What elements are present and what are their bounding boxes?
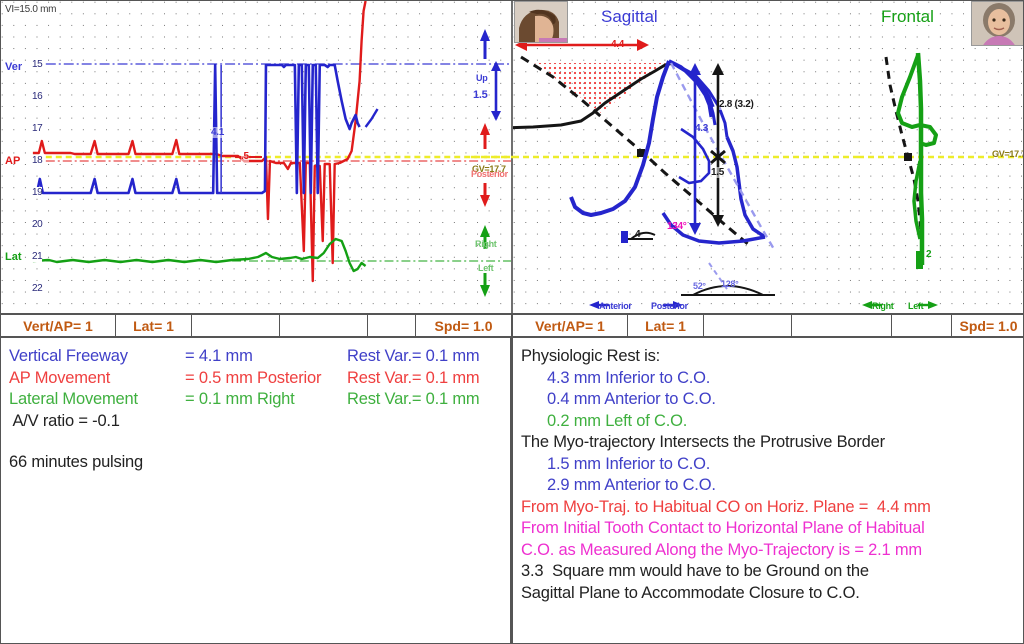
sagittal-grid bbox=[513, 1, 858, 313]
value-lateral-movement: = 0.1 mm Right bbox=[185, 390, 295, 408]
summary-left-spacer bbox=[9, 432, 504, 452]
status-empty-1-right[interactable] bbox=[704, 315, 792, 336]
grinding-line-1: 3.3 Square mm would have to be Ground on… bbox=[521, 562, 869, 580]
summary-row-ap-movement: AP Movement = 0.5 mm Posterior Rest Var.… bbox=[9, 368, 504, 390]
grinding-line-2: Sagittal Plane to Accommodate Closure to… bbox=[521, 583, 860, 602]
summary-panel-right: Physiologic Rest is: 4.3 mm Inferior to … bbox=[513, 338, 1023, 643]
label-ap-movement: AP Movement bbox=[9, 368, 111, 387]
sagittal-angle-128: 128° bbox=[721, 279, 739, 289]
pulsing-duration-line: 66 minutes pulsing bbox=[9, 453, 143, 471]
axis-label-ap: AP bbox=[5, 155, 21, 167]
direction-label-right: Right bbox=[475, 239, 497, 249]
tick-18: 18 bbox=[32, 155, 43, 166]
gnathology-analysis-window: VI=15.0 mm Ver AP Lat 15 16 17 18 19 20 … bbox=[0, 0, 1024, 644]
tick-15: 15 bbox=[32, 59, 43, 70]
sagittal-direction-anterior: Anterior bbox=[599, 301, 632, 311]
variance-lateral-movement: Rest Var.= 0.1 mm bbox=[347, 390, 480, 408]
status-vert-ap-left[interactable]: Vert/AP= 1 bbox=[1, 315, 116, 336]
summary-row-lateral-movement: Lateral Movement = 0.1 mm Right Rest Var… bbox=[9, 389, 504, 411]
sagittal-measure-small: 4 bbox=[635, 229, 641, 240]
profile-photo-sagittal bbox=[514, 1, 568, 43]
myo-intersect-heading: The Myo-trajectory Intersects the Protru… bbox=[521, 433, 885, 451]
rest-left-line: 0.2 mm Left of C.O. bbox=[547, 411, 688, 430]
status-spd-right[interactable]: Spd= 1.0 bbox=[952, 315, 1023, 336]
summary-area: Vertical Freeway = 4.1 mm Rest Var.= 0.1… bbox=[1, 338, 1023, 643]
status-lat-right[interactable]: Lat= 1 bbox=[628, 315, 704, 336]
frontal-direction-right: Right bbox=[872, 301, 894, 311]
value-ap-movement: = 0.5 mm Posterior bbox=[185, 368, 322, 387]
label-vertical-freeway: Vertical Freeway bbox=[9, 347, 128, 365]
av-ratio-line: A/V ratio = -0.1 bbox=[9, 411, 120, 430]
sagittal-direction-posterior: Posterior bbox=[651, 301, 688, 311]
vertical-measure-1-5: 1.5 bbox=[473, 89, 488, 101]
trace-annotation-vertical: 4.1 bbox=[211, 127, 225, 138]
axis-label-ver: Ver bbox=[5, 61, 23, 73]
frontal-photo bbox=[971, 1, 1023, 46]
tick-17: 17 bbox=[32, 123, 43, 134]
tooth-contact-line-2: C.O. as Measured Along the Myo-Trajector… bbox=[521, 540, 922, 559]
rest-anterior-line: 0.4 mm Anterior to C.O. bbox=[547, 390, 716, 408]
vertical-scale-label: VI=15.0 mm bbox=[4, 4, 58, 15]
baseline-label-gv-right: GV=17.7 bbox=[992, 149, 1024, 159]
frontal-measure: 2 bbox=[926, 249, 932, 260]
status-empty-2-right[interactable] bbox=[792, 315, 892, 336]
frontal-direction-left: Left bbox=[908, 301, 924, 311]
sagittal-title: Sagittal bbox=[601, 7, 658, 26]
sagittal-angle-52: 52° bbox=[693, 281, 706, 291]
status-empty-2-left[interactable] bbox=[280, 315, 368, 336]
direction-gutter: Up 1.5 GV=17.7 Posterior Right Left bbox=[471, 1, 513, 313]
tick-21: 21 bbox=[32, 251, 43, 262]
direction-label-left: Left bbox=[478, 263, 494, 273]
sagittal-angle-134: 134° bbox=[667, 221, 687, 232]
value-vertical-freeway: = 4.1 mm bbox=[185, 347, 253, 365]
status-bar-right: Vert/AP= 1 Lat= 1 Spd= 1.0 bbox=[513, 313, 1023, 338]
rest-heading: Physiologic Rest is: bbox=[521, 347, 661, 365]
status-bar-left: Vert/AP= 1 Lat= 1 Spd= 1.0 bbox=[1, 313, 513, 338]
label-lateral-movement: Lateral Movement bbox=[9, 390, 138, 408]
status-spd-left[interactable]: Spd= 1.0 bbox=[416, 315, 511, 336]
myo-anterior-line: 2.9 mm Anterior to C.O. bbox=[547, 476, 716, 494]
frontal-view-panel[interactable]: Frontal 2 GV=17.7 Right Left bbox=[858, 1, 1024, 313]
tooth-contact-line-1: From Initial Tooth Contact to Horizontal… bbox=[521, 519, 925, 537]
variance-vertical-freeway: Rest Var.= 0.1 mm bbox=[347, 347, 480, 365]
trace-grid bbox=[1, 1, 511, 313]
status-vert-ap-right[interactable]: Vert/AP= 1 bbox=[513, 315, 628, 336]
tick-19: 19 bbox=[32, 187, 43, 198]
variance-ap-movement: Rest Var.= 0.1 mm bbox=[347, 368, 480, 387]
sagittal-horizontal-measure: 4.4 bbox=[611, 39, 625, 50]
tick-20: 20 bbox=[32, 219, 43, 230]
sagittal-view-panel[interactable]: Sagittal 4.4 2.8 (3.2) 4.3 1.5 4 134° 52… bbox=[513, 1, 858, 313]
profile-photo-image bbox=[515, 2, 567, 42]
trace-annotation-ap: .5 bbox=[241, 151, 249, 162]
frontal-title: Frontal bbox=[881, 7, 934, 26]
status-empty-1-left[interactable] bbox=[192, 315, 280, 336]
sagittal-measure-intersect: 1.5 bbox=[711, 167, 725, 178]
status-lat-left[interactable]: Lat= 1 bbox=[116, 315, 192, 336]
rest-inferior-line: 4.3 mm Inferior to C.O. bbox=[547, 368, 711, 387]
direction-label-posterior: Posterior bbox=[471, 169, 508, 179]
graph-area: VI=15.0 mm Ver AP Lat 15 16 17 18 19 20 … bbox=[1, 1, 1024, 313]
sagittal-measure-freeway: 4.3 bbox=[695, 123, 709, 134]
axis-label-lat: Lat bbox=[5, 251, 22, 263]
frontal-photo-image bbox=[972, 2, 1023, 45]
direction-label-up: Up bbox=[476, 73, 488, 83]
tick-16: 16 bbox=[32, 91, 43, 102]
tick-22: 22 bbox=[32, 283, 43, 294]
status-empty-3-right[interactable] bbox=[892, 315, 952, 336]
status-empty-3-left[interactable] bbox=[368, 315, 416, 336]
sagittal-measure-condyle: 2.8 (3.2) bbox=[719, 99, 754, 110]
myo-inferior-line: 1.5 mm Inferior to C.O. bbox=[547, 454, 711, 473]
scan-trace-panel[interactable]: VI=15.0 mm Ver AP Lat 15 16 17 18 19 20 … bbox=[1, 1, 513, 313]
summary-panel-left: Vertical Freeway = 4.1 mm Rest Var.= 0.1… bbox=[1, 338, 513, 643]
myo-to-co-horiz-line: From Myo-Traj. to Habitual CO on Horiz. … bbox=[521, 497, 931, 516]
summary-row-vertical-freeway: Vertical Freeway = 4.1 mm Rest Var.= 0.1… bbox=[9, 346, 504, 368]
